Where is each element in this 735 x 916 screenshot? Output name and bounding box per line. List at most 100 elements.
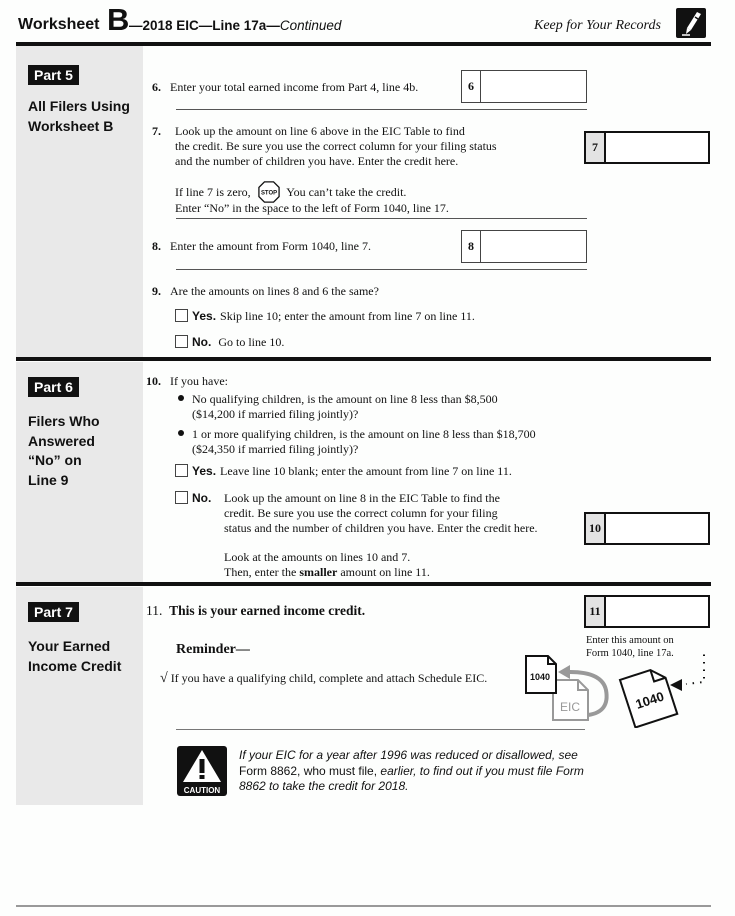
look-post: amount on line 11. [340, 565, 430, 579]
caution-line2-post: , to find out if you must file Form [413, 763, 584, 778]
line10-no-checkbox[interactable] [175, 491, 188, 504]
caution-line: Form 8862, who must file, earlier, to fi… [239, 764, 584, 780]
line10-box[interactable]: 10 [584, 512, 710, 545]
line10-bullet-2: 1 or more qualifying children, is the am… [178, 427, 536, 457]
look-bold: smaller [299, 565, 338, 579]
bullet-text: 1 or more qualifying children, is the am… [192, 427, 536, 441]
line10-no-option: No. [175, 491, 215, 506]
bullet-text: ($24,350 if married filing jointly)? [192, 442, 359, 456]
line9-label: Are the amounts on lines 8 and 6 the sam… [170, 284, 379, 298]
subtitle-text: —2018 EIC—Line 17a— [129, 18, 280, 33]
bullet-text: ($14,200 if married filing jointly)? [192, 407, 359, 421]
part5-badge: Part 5 [28, 65, 79, 85]
bullet-icon [178, 395, 184, 401]
line10-input[interactable] [606, 514, 708, 543]
line10-no-text-line: credit. Be sure you use the correct colu… [224, 506, 498, 520]
doc-1040-label: 1040 [530, 672, 550, 682]
line7-box[interactable]: 7 [584, 131, 710, 164]
bullet-text: No qualifying children, is the amount on… [192, 392, 498, 406]
line10-yes-text: Leave line 10 blank; enter the amount fr… [220, 464, 512, 478]
line11-label: This is your earned income credit. [169, 603, 366, 618]
reminder-heading: Reminder— [176, 642, 250, 657]
line7-text-line: and the number of children you have. Ent… [175, 154, 459, 168]
bullet-icon [178, 430, 184, 436]
worksheet-label: Worksheet [18, 16, 100, 33]
line7-stop-note: If line 7 is zero, STOP You can’t take t… [175, 181, 406, 203]
line7-text: 7. Look up the amount on line 6 above in… [152, 124, 497, 169]
caution-text: If your EIC for a year after 1996 was re… [239, 748, 584, 795]
line9-no-option: No. Go to line 10. [175, 335, 284, 350]
no-label: No. [192, 491, 212, 505]
yes-label: Yes. [192, 464, 217, 478]
line10-number: 10. [146, 374, 161, 388]
part6-bottom-rule [16, 582, 711, 586]
line9-no-text: Go to line 10. [218, 335, 285, 349]
line10-bullet-1: No qualifying children, is the amount on… [178, 392, 498, 422]
worksheet-letter: B [107, 2, 130, 37]
form-flow-illustration: EIC 1040 1040 [525, 650, 705, 728]
pencil-icon [676, 8, 706, 38]
line10-yes-option: Yes. Leave line 10 blank; enter the amoun… [175, 464, 512, 479]
line11-box[interactable]: 11 [584, 595, 710, 628]
line6-box[interactable]: 6 [461, 70, 587, 103]
part5-title: All Filers Using Worksheet B [28, 97, 140, 136]
no-label: No. [192, 335, 212, 349]
arrowhead-icon [558, 665, 570, 679]
caution-line: 8862 to take the credit for 2018. [239, 779, 409, 793]
line9-number: 9. [152, 284, 161, 298]
line8-input[interactable] [481, 231, 586, 262]
line6-number: 6. [152, 80, 161, 94]
checkmark-icon: √ [160, 671, 168, 686]
line10-yes-checkbox[interactable] [175, 464, 188, 477]
form-1040-large-icon: 1040 [618, 668, 679, 728]
line10-look: Look at the amounts on lines 10 and 7. T… [224, 550, 430, 580]
form-1040-small-icon: 1040 [525, 655, 557, 694]
line7-text-line: the credit. Be sure you use the correct … [175, 139, 497, 153]
keep-for-records: Keep for Your Records [534, 18, 661, 33]
line11-box-label: 11 [586, 597, 606, 626]
part6-title-line: Answered [28, 432, 95, 449]
line8-text: 8. Enter the amount from Form 1040, line… [152, 239, 371, 254]
line8-number: 8. [152, 239, 161, 253]
part7-title: Your Earned Income Credit [28, 637, 140, 676]
line8-box-label: 8 [462, 231, 481, 262]
part6-title-line: Filers Who [28, 413, 100, 429]
line10-intro: 10. If you have: [146, 374, 228, 389]
footer-rule [16, 905, 711, 907]
line7-text-line: Look up the amount on line 6 above in th… [175, 124, 465, 138]
leader-arrowhead-icon [670, 679, 682, 691]
line7-rule [176, 218, 587, 219]
part6-title-line: Line 9 [28, 471, 69, 488]
line10-no-text-line: status and the number of children you ha… [224, 521, 538, 535]
line9-yes-text: Skip line 10; enter the amount from line… [220, 309, 475, 323]
line8-rule [176, 269, 587, 270]
reminder-item: √ If you have a qualifying child, comple… [160, 671, 487, 686]
line8-box[interactable]: 8 [461, 230, 587, 263]
look-pre: Then, enter the [224, 565, 297, 579]
part6-title: Filers Who Answered “No” on Line 9 [28, 412, 140, 490]
dotted-leader [685, 650, 705, 685]
line9-yes-option: Yes. Skip line 10; enter the amount from … [175, 309, 475, 324]
part7-title-line: Your Earned [28, 638, 111, 654]
enter-note-line: Enter this amount on [586, 635, 674, 646]
line10-no-text-line: Look up the amount on line 8 in the EIC … [224, 491, 500, 505]
part5-sidebar [16, 46, 143, 358]
eic-doc-label: EIC [560, 700, 580, 714]
reminder-rule [176, 729, 585, 730]
part5-bottom-rule [16, 357, 711, 361]
worksheet-subtitle: —2018 EIC—Line 17a—Continued [129, 18, 341, 33]
line7-stop-line2: Enter “No” in the space to the left of F… [175, 201, 449, 215]
line9-no-checkbox[interactable] [175, 335, 188, 348]
stop-label: STOP [261, 190, 277, 196]
line10-box-label: 10 [586, 514, 606, 543]
line7-input[interactable] [606, 133, 708, 162]
line9-yes-checkbox[interactable] [175, 309, 188, 322]
part6-title-line: “No” on [28, 452, 82, 468]
line11-input[interactable] [606, 597, 708, 626]
line6-input[interactable] [481, 71, 586, 102]
part5-title-line: Worksheet B [28, 117, 114, 134]
line8-label: Enter the amount from Form 1040, line 7. [170, 239, 371, 253]
caution-line2-italic: earlier [380, 763, 414, 778]
line11-text: 11. This is your earned income credit. [146, 603, 365, 619]
line6-text: 6. Enter your total earned income from P… [152, 80, 418, 95]
